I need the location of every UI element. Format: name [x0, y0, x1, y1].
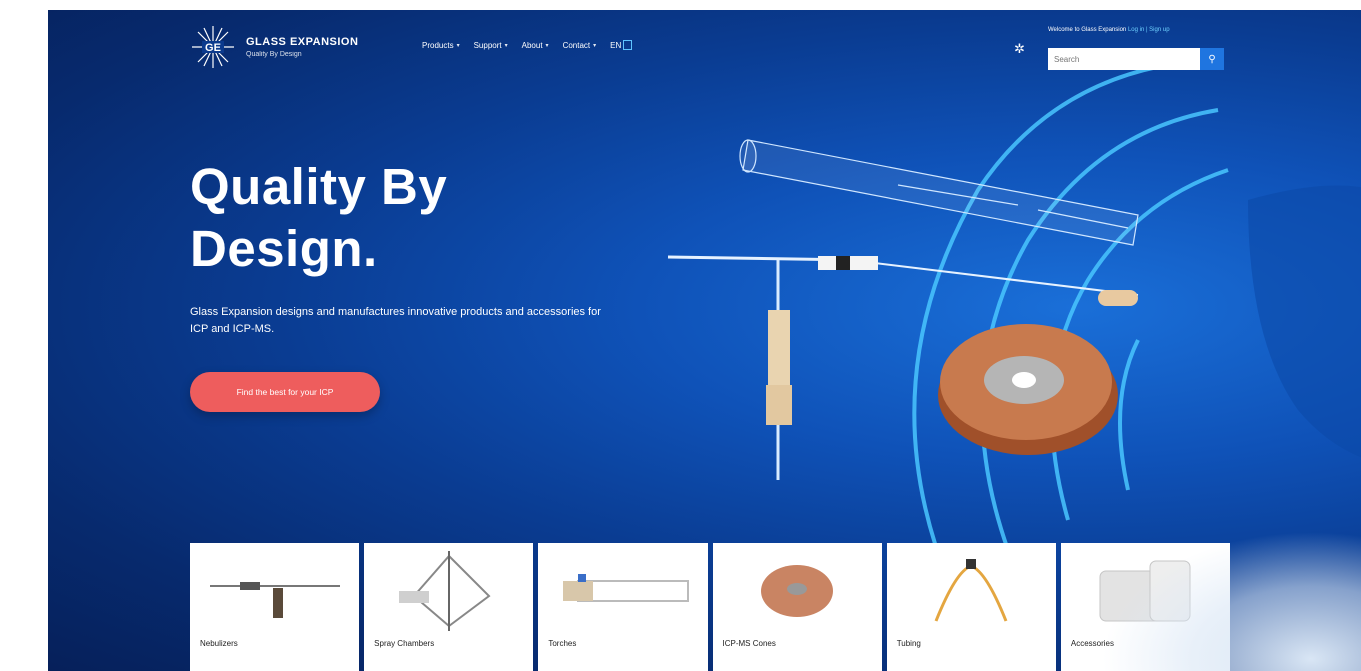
hero-product-illustration: [667, 139, 1139, 480]
cone-icon: [761, 565, 834, 617]
brand-tagline: Quality By Design: [246, 51, 302, 58]
product-categories: Nebulizers Spray Chambers Torches ICP-MS…: [190, 543, 1231, 671]
tubing-icon: [934, 559, 1008, 622]
search-bar: ⚲: [1048, 48, 1224, 70]
flag-icon: [623, 40, 633, 50]
product-label: Accessories: [1070, 639, 1114, 648]
product-card-tubing[interactable]: Tubing: [886, 543, 1056, 671]
hero-description: Glass Expansion designs and manufactures…: [190, 306, 601, 335]
account-bar: Welcome to Glass Expansion Log in | Sign…: [1048, 27, 1170, 33]
product-card-accessories[interactable]: Accessories: [1060, 543, 1231, 671]
nav-label: Support: [473, 40, 502, 50]
product-label: ICP-MS Cones: [722, 639, 776, 648]
hero-title: Quality By Design.: [190, 158, 448, 277]
product-image: [364, 543, 533, 639]
starburst-logo-icon: GE: [192, 26, 234, 68]
product-image: [190, 543, 359, 639]
search-input[interactable]: [1048, 48, 1200, 70]
language-label: EN: [610, 40, 622, 50]
nav-item-contact[interactable]: Contact ▾: [563, 40, 597, 50]
main-nav: Products ▾ Support ▾ About ▾ Contact ▾ E…: [422, 40, 633, 50]
product-card-torches[interactable]: Torches: [538, 543, 708, 671]
nav-label: Contact: [562, 40, 591, 50]
product-card-cones[interactable]: ICP-MS Cones: [712, 543, 882, 671]
nav-item-about[interactable]: About ▾: [522, 40, 549, 50]
product-label: Torches: [548, 639, 577, 648]
user-account-icon[interactable]: ✲: [1014, 41, 1025, 57]
accessories-icon: [1099, 560, 1191, 622]
nav-label: About: [521, 40, 543, 50]
login-link[interactable]: Log in | Sign up: [1128, 27, 1170, 33]
chevron-down-icon: ▾: [593, 42, 597, 49]
product-card-nebulizers[interactable]: Nebulizers: [190, 543, 360, 671]
product-label: Tubing: [896, 639, 921, 648]
torch-icon: [562, 574, 689, 602]
search-icon: ⚲: [1208, 53, 1216, 65]
product-image: [538, 543, 707, 639]
icpms-cone-image: [938, 324, 1118, 455]
chevron-down-icon: ▾: [456, 42, 460, 49]
glass-torch-image: [739, 139, 1139, 246]
nebulizer-icon: [209, 582, 340, 618]
brand-name: GLASS EXPANSION: [246, 36, 359, 48]
nav-label: Products: [422, 40, 454, 50]
product-card-spray-chambers[interactable]: Spray Chambers: [364, 543, 534, 671]
nav-item-products[interactable]: Products ▾: [422, 40, 460, 50]
svg-text:GE: GE: [205, 42, 221, 54]
product-image: [713, 543, 882, 639]
brand-logo[interactable]: GE GLASS EXPANSION Quality By Design: [190, 24, 358, 70]
product-image: [1061, 543, 1230, 639]
page: GE GLASS EXPANSION Quality By Design Pro…: [48, 10, 1361, 671]
product-label: Nebulizers: [200, 639, 238, 648]
cta-button[interactable]: Find the best for your ICP: [190, 372, 380, 412]
spray-chamber-icon: [398, 551, 491, 631]
search-button[interactable]: ⚲: [1200, 48, 1224, 70]
product-image: [887, 543, 1056, 639]
language-selector[interactable]: EN: [610, 40, 633, 50]
product-label: Spray Chambers: [374, 639, 435, 648]
nav-item-support[interactable]: Support ▾: [474, 40, 508, 50]
chevron-down-icon: ▾: [545, 42, 549, 49]
chevron-down-icon: ▾: [504, 42, 508, 49]
account-welcome-text: Welcome to Glass Expansion: [1048, 27, 1127, 33]
